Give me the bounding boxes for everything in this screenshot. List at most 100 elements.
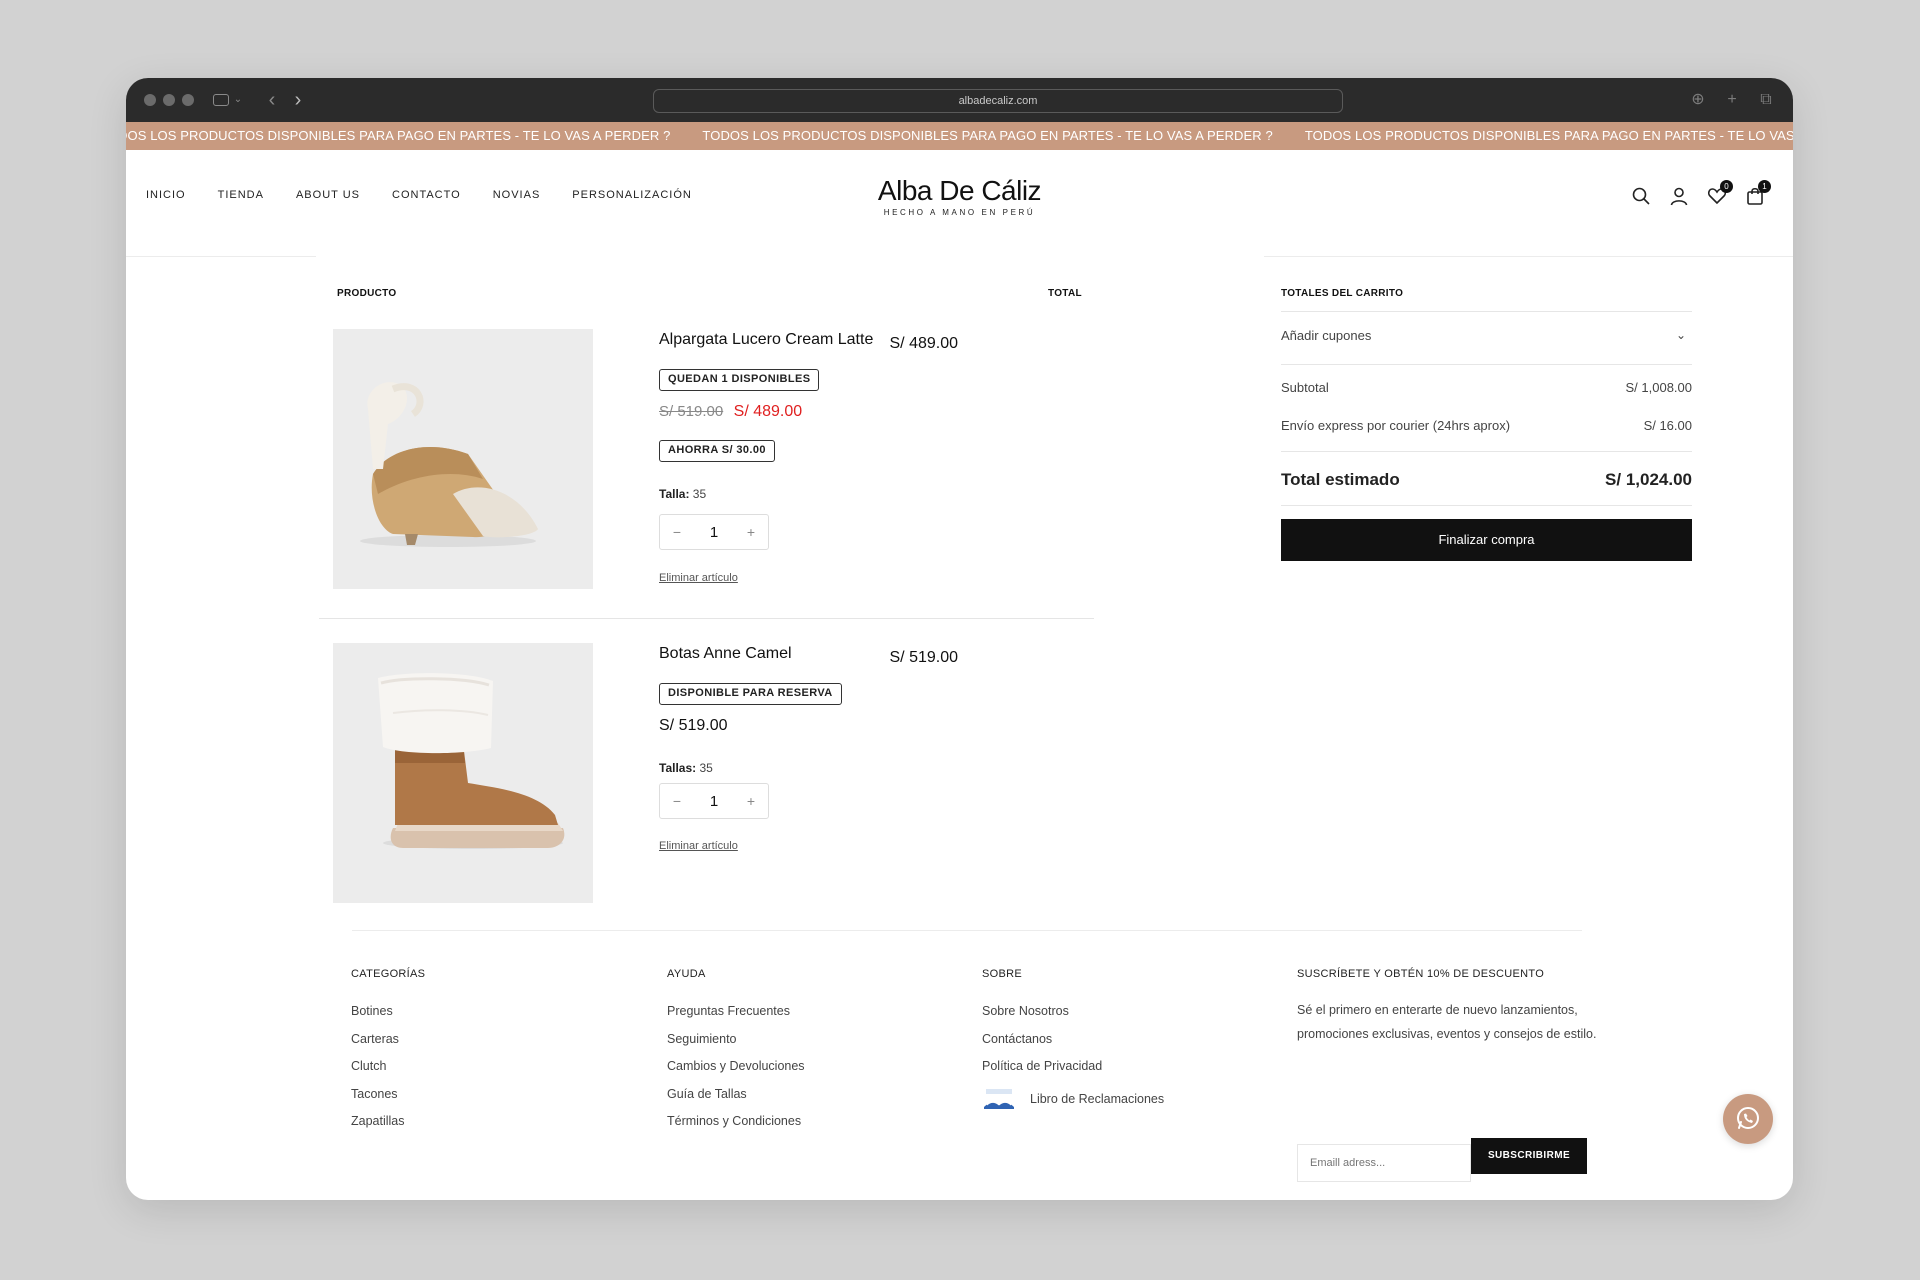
announcement-bar: TODOS LOS PRODUCTOS DISPONIBLES PARA PAG… <box>126 122 1793 150</box>
logo-name: Alba De Cáliz <box>877 175 1042 206</box>
sidebar-toggle-icon[interactable] <box>212 88 230 112</box>
footer-newsletter: SUSCRÍBETE Y OBTÉN 10% DE DESCUENTO Sé e… <box>1297 968 1597 1046</box>
zoom-window-button[interactable] <box>182 94 194 106</box>
subtotal-value: S/ 1,008.00 <box>1625 380 1693 395</box>
search-icon[interactable] <box>1631 186 1651 206</box>
footer-column-title: SOBRE <box>982 968 1023 980</box>
line-total: S/ 519.00 <box>889 649 959 666</box>
footer-link[interactable]: Política de Privacidad <box>982 1059 1164 1073</box>
announcement-text: TODOS LOS PRODUCTOS DISPONIBLES PARA PAG… <box>126 128 671 143</box>
tabs-overview-icon[interactable]: ⧉ <box>1757 88 1775 112</box>
cart-totals-title: TOTALES DEL CARRITO <box>1281 288 1404 299</box>
quantity-value[interactable]: 1 <box>710 793 718 810</box>
browser-window: ⌄ ‹ › albadecaliz.com ⊕ + ⧉ TODOS LOS PR… <box>126 78 1793 1200</box>
cart-count-badge: 1 <box>1758 180 1771 193</box>
total-label: Total estimado <box>1281 470 1400 489</box>
browser-toolbar: ⌄ ‹ › albadecaliz.com ⊕ + ⧉ <box>126 78 1793 122</box>
footer-link[interactable]: Sobre Nosotros <box>982 1004 1164 1018</box>
site-logo[interactable]: Alba De Cáliz HECHO A MANO EN PERÚ <box>126 174 1793 218</box>
divider <box>1281 451 1692 452</box>
announcement-track: TODOS LOS PRODUCTOS DISPONIBLES PARA PAG… <box>126 122 1793 150</box>
header-icons: 0 1 <box>1631 180 1771 206</box>
size-label: Talla: <box>659 487 690 501</box>
header-divider <box>126 256 316 257</box>
column-header-total: TOTAL <box>1048 288 1082 299</box>
product-name[interactable]: Alpargata Lucero Cream Latte <box>659 331 873 349</box>
address-bar[interactable]: albadecaliz.com <box>653 89 1343 113</box>
subscribe-button[interactable]: SUBSCRIBIRME <box>1471 1138 1587 1174</box>
footer-column-title: CATEGORÍAS <box>351 968 426 980</box>
decrease-quantity-button[interactable]: − <box>670 793 684 809</box>
total-value: S/ 1,024.00 <box>1605 470 1692 489</box>
close-window-button[interactable] <box>144 94 156 106</box>
footer-link[interactable]: Preguntas Frecuentes <box>667 1004 805 1018</box>
decrease-quantity-button[interactable]: − <box>670 524 684 540</box>
product-image-espadrille[interactable] <box>333 329 593 589</box>
wishlist-icon[interactable]: 0 <box>1707 180 1733 206</box>
stock-badge: DISPONIBLE PARA RESERVA <box>659 683 842 705</box>
product-image-boot[interactable] <box>333 643 593 903</box>
footer-categories: CATEGORÍAS Botines Carteras Clutch Tacon… <box>351 968 425 1142</box>
increase-quantity-button[interactable]: + <box>744 524 758 540</box>
item-divider <box>319 618 1094 619</box>
quantity-stepper: − 1 + <box>659 783 769 819</box>
complaints-book-label: Libro de Reclamaciones <box>1030 1091 1165 1106</box>
wishlist-count-badge: 0 <box>1720 180 1733 193</box>
footer-link[interactable]: Seguimiento <box>667 1032 805 1046</box>
footer-link[interactable]: Tacones <box>351 1087 425 1101</box>
forward-arrow-icon[interactable]: › <box>290 88 306 112</box>
window-controls <box>144 94 194 106</box>
footer-link[interactable]: Clutch <box>351 1059 425 1073</box>
book-icon <box>982 1087 1016 1111</box>
download-icon[interactable]: ⊕ <box>1689 88 1707 112</box>
newsletter-title: SUSCRÍBETE Y OBTÉN 10% DE DESCUENTO <box>1297 968 1545 980</box>
product-name[interactable]: Botas Anne Camel <box>659 645 792 663</box>
new-tab-icon[interactable]: + <box>1723 88 1741 112</box>
header-divider <box>1264 256 1793 257</box>
size-info: Talla: 35 <box>659 487 706 501</box>
whatsapp-icon <box>1737 1107 1759 1129</box>
footer-link[interactable]: Contáctanos <box>982 1032 1164 1046</box>
newsletter-email-input[interactable] <box>1297 1144 1471 1182</box>
footer-link[interactable]: Botines <box>351 1004 425 1018</box>
browser-actions: ⊕ + ⧉ <box>1689 88 1775 112</box>
account-icon[interactable] <box>1669 186 1689 206</box>
whatsapp-chat-button[interactable] <box>1723 1094 1773 1144</box>
minimize-window-button[interactable] <box>163 94 175 106</box>
quantity-stepper: − 1 + <box>659 514 769 550</box>
divider <box>1281 364 1692 365</box>
size-label: Tallas: <box>659 761 697 775</box>
size-info: Tallas: 35 <box>659 761 713 775</box>
size-value: 35 <box>699 761 713 775</box>
cart-icon[interactable]: 1 <box>1745 180 1771 206</box>
line-total: S/ 489.00 <box>889 335 959 352</box>
logo-tagline: HECHO A MANO EN PERÚ <box>883 208 1036 217</box>
price: S/ 519.00 <box>659 717 728 734</box>
remove-item-link[interactable]: Eliminar artículo <box>659 840 738 852</box>
footer-link[interactable]: Carteras <box>351 1032 425 1046</box>
sale-price: S/ 489.00 <box>733 403 803 420</box>
remove-item-link[interactable]: Eliminar artículo <box>659 572 738 584</box>
footer-link[interactable]: Cambios y Devoluciones <box>667 1059 805 1073</box>
checkout-button[interactable]: Finalizar compra <box>1281 519 1692 561</box>
stock-badge: QUEDAN 1 DISPONIBLES <box>659 369 820 391</box>
announcement-text: TODOS LOS PRODUCTOS DISPONIBLES PARA PAG… <box>702 128 1273 143</box>
cart-totals: TOTALES DEL CARRITO Añadir cupones ⌄ Sub… <box>1281 288 1692 561</box>
footer-link[interactable]: Guía de Tallas <box>667 1087 805 1101</box>
subtotal-row: Subtotal S/ 1,008.00 <box>1281 380 1692 395</box>
subtotal-label: Subtotal <box>1281 380 1329 395</box>
footer-link[interactable]: Zapatillas <box>351 1114 425 1128</box>
total-row: Total estimado S/ 1,024.00 <box>1281 470 1692 490</box>
divider <box>1281 505 1692 506</box>
increase-quantity-button[interactable]: + <box>744 793 758 809</box>
chevron-down-icon[interactable]: ⌄ <box>232 88 244 112</box>
price-row: S/ 519.00 <box>659 717 728 735</box>
complaints-book-link[interactable]: Libro de Reclamaciones <box>982 1087 1164 1111</box>
back-arrow-icon[interactable]: ‹ <box>264 88 280 112</box>
coupons-toggle[interactable]: Añadir cupones ⌄ <box>1281 328 1692 343</box>
shipping-label: Envío express por courier (24hrs aprox) <box>1281 418 1511 433</box>
footer-link[interactable]: Términos y Condiciones <box>667 1114 805 1128</box>
quantity-value[interactable]: 1 <box>710 524 718 541</box>
original-price: S/ 519.00 <box>659 403 724 420</box>
savings-badge: AHORRA S/ 30.00 <box>659 440 775 462</box>
